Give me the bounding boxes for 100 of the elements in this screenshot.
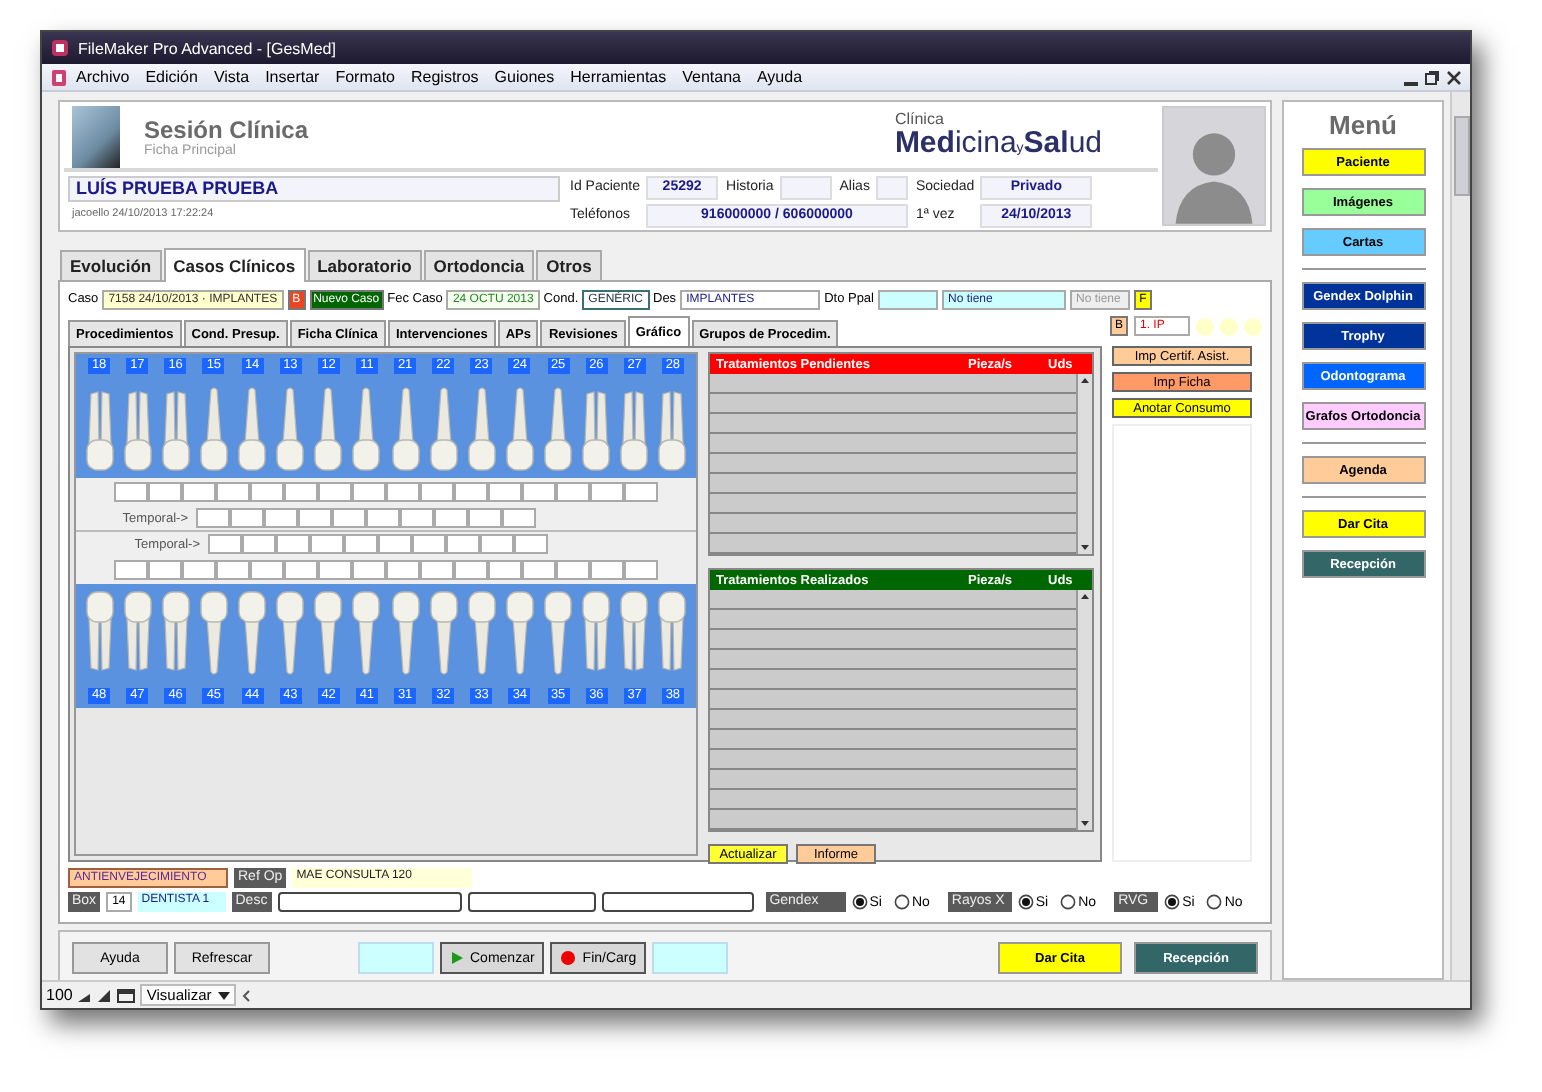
tooth-box[interactable]	[196, 508, 230, 528]
tooth-box[interactable]	[446, 534, 480, 554]
radio-button[interactable]	[1164, 894, 1181, 910]
tooth-drawing[interactable]	[121, 386, 154, 474]
tooth-drawing[interactable]	[580, 588, 613, 676]
tooth-drawing[interactable]	[503, 588, 536, 676]
tooth-box[interactable]	[386, 560, 420, 580]
tooth-box[interactable]	[264, 508, 298, 528]
tooth-box[interactable]	[250, 560, 284, 580]
tooth-box[interactable]	[298, 508, 332, 528]
tab[interactable]: Ortodoncia	[423, 250, 535, 280]
tooth-drawing[interactable]	[618, 386, 651, 474]
menu-item[interactable]: Guiones	[486, 68, 563, 86]
tooth-drawing[interactable]	[350, 588, 383, 676]
tooth-box[interactable]	[624, 560, 658, 580]
tooth-box[interactable]	[318, 482, 352, 502]
tooth-box[interactable]	[242, 534, 276, 554]
tab[interactable]: Otros	[536, 250, 602, 280]
scrollbar[interactable]	[1076, 374, 1092, 554]
tooth-box[interactable]	[420, 482, 454, 502]
tooth-box[interactable]	[114, 560, 148, 580]
tooth-drawing[interactable]	[465, 588, 498, 676]
tooth-box[interactable]	[502, 508, 536, 528]
menu-item[interactable]: Ventana	[674, 68, 749, 86]
tooth-box[interactable]	[434, 508, 468, 528]
tooth-drawing[interactable]	[83, 386, 116, 474]
tooth-drawing[interactable]	[197, 588, 230, 676]
tooth-box[interactable]	[284, 560, 318, 580]
field-value[interactable]	[875, 176, 908, 200]
tooth-drawing[interactable]	[274, 588, 307, 676]
tooth-box[interactable]	[400, 508, 434, 528]
tooth-box[interactable]	[250, 482, 284, 502]
tooth-box[interactable]	[332, 508, 366, 528]
tooth-box[interactable]	[208, 534, 242, 554]
tooth-box[interactable]	[276, 534, 310, 554]
tooth-box[interactable]	[318, 560, 352, 580]
tooth-box[interactable]	[488, 482, 522, 502]
tooth-box[interactable]	[114, 482, 148, 502]
tooth-box[interactable]	[284, 482, 318, 502]
tooth-drawing[interactable]	[542, 588, 575, 676]
tooth-box[interactable]	[522, 482, 556, 502]
tooth-drawing[interactable]	[503, 386, 536, 474]
tooth-drawing[interactable]	[159, 386, 192, 474]
menu-item[interactable]: Edición	[137, 68, 206, 86]
menu-item[interactable]: Archivo	[68, 68, 138, 86]
tooth-box[interactable]	[480, 534, 514, 554]
discount-field[interactable]	[878, 289, 938, 309]
menu-item[interactable]: Vista	[205, 68, 258, 86]
tooth-drawing[interactable]	[236, 588, 269, 676]
menu-item[interactable]: Ayuda	[748, 68, 811, 86]
tab[interactable]: Evolución	[60, 250, 162, 280]
tooth-drawing[interactable]	[427, 386, 460, 474]
radio-button[interactable]	[1206, 894, 1223, 910]
tooth-drawing[interactable]	[656, 386, 689, 474]
tooth-drawing[interactable]	[159, 588, 192, 676]
tooth-drawing[interactable]	[312, 588, 345, 676]
tooth-drawing[interactable]	[427, 588, 460, 676]
menu-item[interactable]: Insertar	[257, 68, 328, 86]
tooth-box[interactable]	[182, 560, 216, 580]
radio-button[interactable]	[1060, 894, 1077, 910]
description-field[interactable]	[277, 892, 462, 912]
tooth-box[interactable]	[386, 482, 420, 502]
tooth-box[interactable]	[468, 508, 502, 528]
tooth-drawing[interactable]	[618, 588, 651, 676]
tooth-box[interactable]	[378, 534, 412, 554]
empty-field[interactable]	[652, 942, 729, 974]
tooth-box[interactable]	[366, 508, 400, 528]
empty-field[interactable]	[358, 942, 434, 974]
tooth-box[interactable]	[216, 482, 250, 502]
tooth-box[interactable]	[514, 534, 548, 554]
tooth-box[interactable]	[216, 560, 250, 580]
radio-button[interactable]	[1017, 894, 1034, 910]
tooth-box[interactable]	[556, 560, 590, 580]
tooth-drawing[interactable]	[656, 588, 689, 676]
tooth-drawing[interactable]	[389, 386, 422, 474]
tooth-drawing[interactable]	[197, 386, 230, 474]
tooth-drawing[interactable]	[236, 386, 269, 474]
tooth-box[interactable]	[352, 560, 386, 580]
tooth-box[interactable]	[344, 534, 378, 554]
tooth-drawing[interactable]	[389, 588, 422, 676]
scrollbar[interactable]	[1450, 92, 1470, 980]
radio-button[interactable]	[851, 894, 868, 910]
tooth-drawing[interactable]	[312, 386, 345, 474]
tab[interactable]: Laboratorio	[307, 250, 422, 280]
tooth-drawing[interactable]	[542, 386, 575, 474]
tooth-box[interactable]	[230, 508, 264, 528]
radio-button[interactable]	[893, 894, 910, 910]
tooth-box[interactable]	[556, 482, 590, 502]
tooth-box[interactable]	[454, 560, 488, 580]
tooth-box[interactable]	[352, 482, 386, 502]
menu-item[interactable]: Herramientas	[562, 68, 675, 86]
tooth-drawing[interactable]	[580, 386, 613, 474]
tooth-box[interactable]	[148, 560, 182, 580]
tooth-box[interactable]	[454, 482, 488, 502]
tooth-box[interactable]	[412, 534, 446, 554]
tooth-drawing[interactable]	[83, 588, 116, 676]
tooth-drawing[interactable]	[465, 386, 498, 474]
tooth-box[interactable]	[624, 482, 658, 502]
tooth-box[interactable]	[310, 534, 344, 554]
menu-item[interactable]: Registros	[403, 68, 487, 86]
